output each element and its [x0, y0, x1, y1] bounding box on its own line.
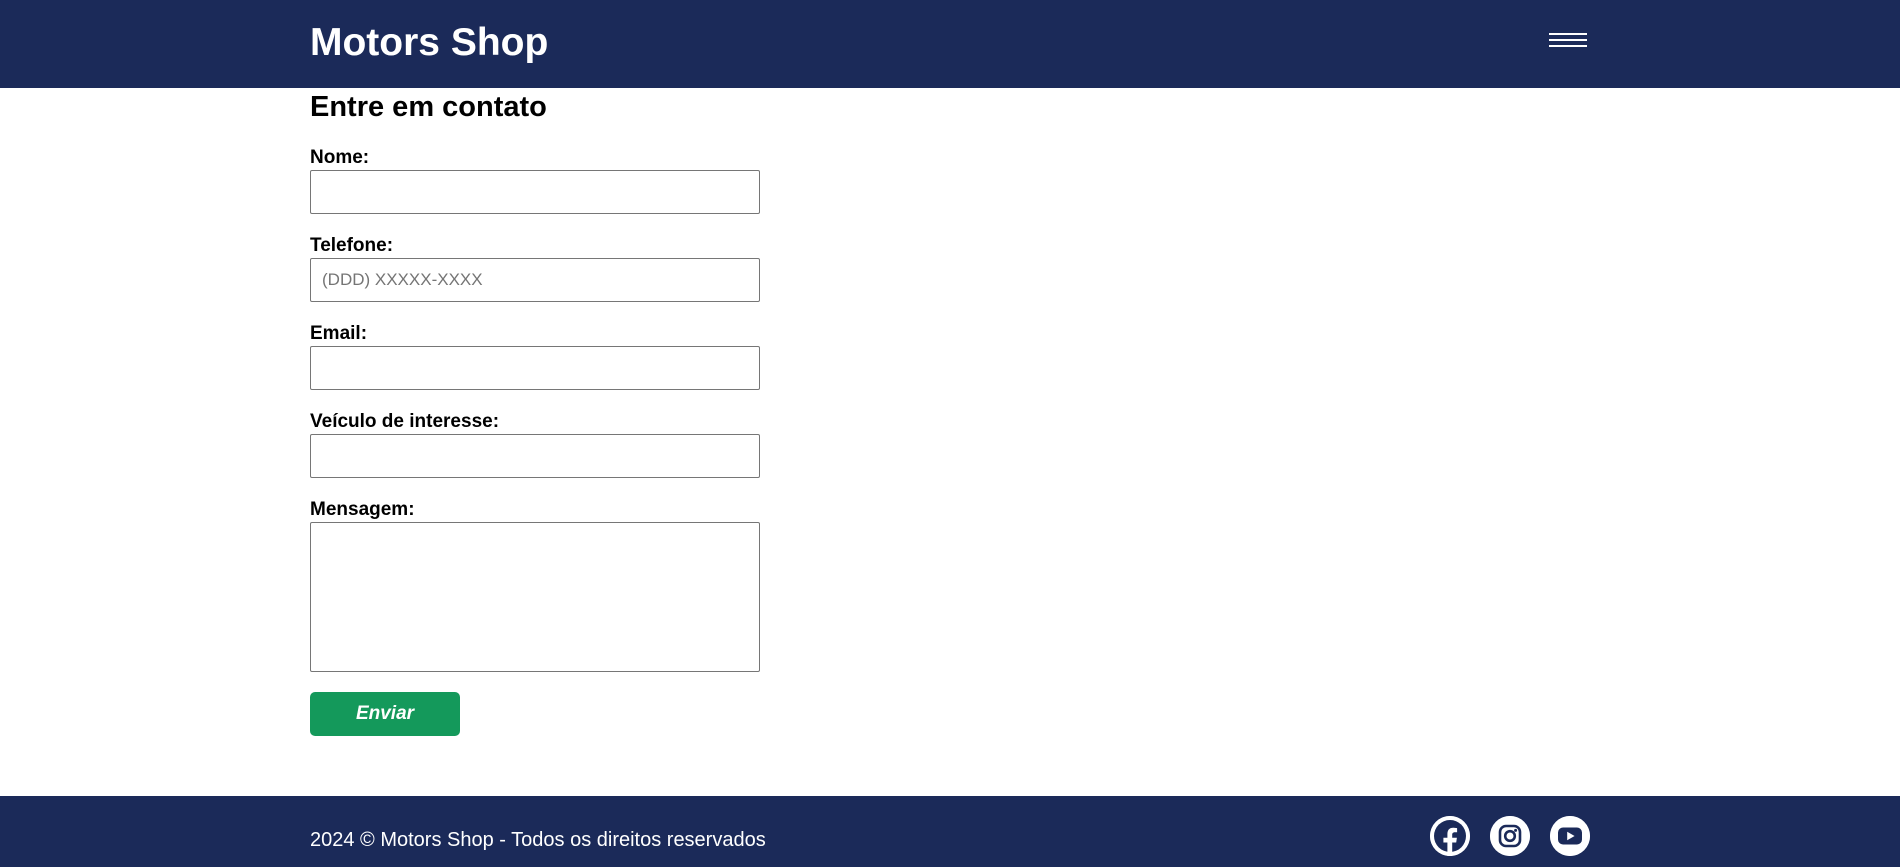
brand-title[interactable]: Motors Shop: [310, 20, 548, 66]
vehicle-input[interactable]: [310, 434, 760, 478]
menu-bar-bottom: [1549, 45, 1587, 47]
youtube-icon-graphic: [1550, 816, 1590, 856]
phone-input[interactable]: [310, 258, 760, 302]
copyright-text: 2024 © Motors Shop - Todos os direitos r…: [310, 829, 766, 851]
page-title: Entre em contato: [310, 91, 547, 123]
name-label: Nome:: [310, 147, 370, 168]
email-input[interactable]: [310, 346, 760, 390]
name-input[interactable]: [310, 170, 760, 214]
site-footer: 2024 © Motors Shop - Todos os direitos r…: [0, 796, 1900, 867]
hamburger-menu-icon[interactable]: [1547, 30, 1591, 54]
facebook-icon[interactable]: [1430, 816, 1470, 856]
phone-label: Telefone:: [310, 235, 394, 256]
vehicle-label: Veículo de interesse:: [310, 411, 500, 432]
menu-bar-top: [1549, 33, 1587, 35]
instagram-icon[interactable]: [1490, 816, 1530, 856]
email-label: Email:: [310, 323, 368, 344]
menu-bar-middle: [1549, 39, 1587, 41]
facebook-icon-graphic: [1430, 816, 1470, 856]
youtube-icon[interactable]: [1550, 816, 1590, 856]
message-textarea[interactable]: [310, 522, 760, 672]
site-header: Motors Shop: [0, 0, 1900, 88]
instagram-icon-graphic: [1490, 816, 1530, 856]
message-label: Mensagem:: [310, 499, 415, 520]
submit-button[interactable]: Enviar: [310, 692, 460, 736]
